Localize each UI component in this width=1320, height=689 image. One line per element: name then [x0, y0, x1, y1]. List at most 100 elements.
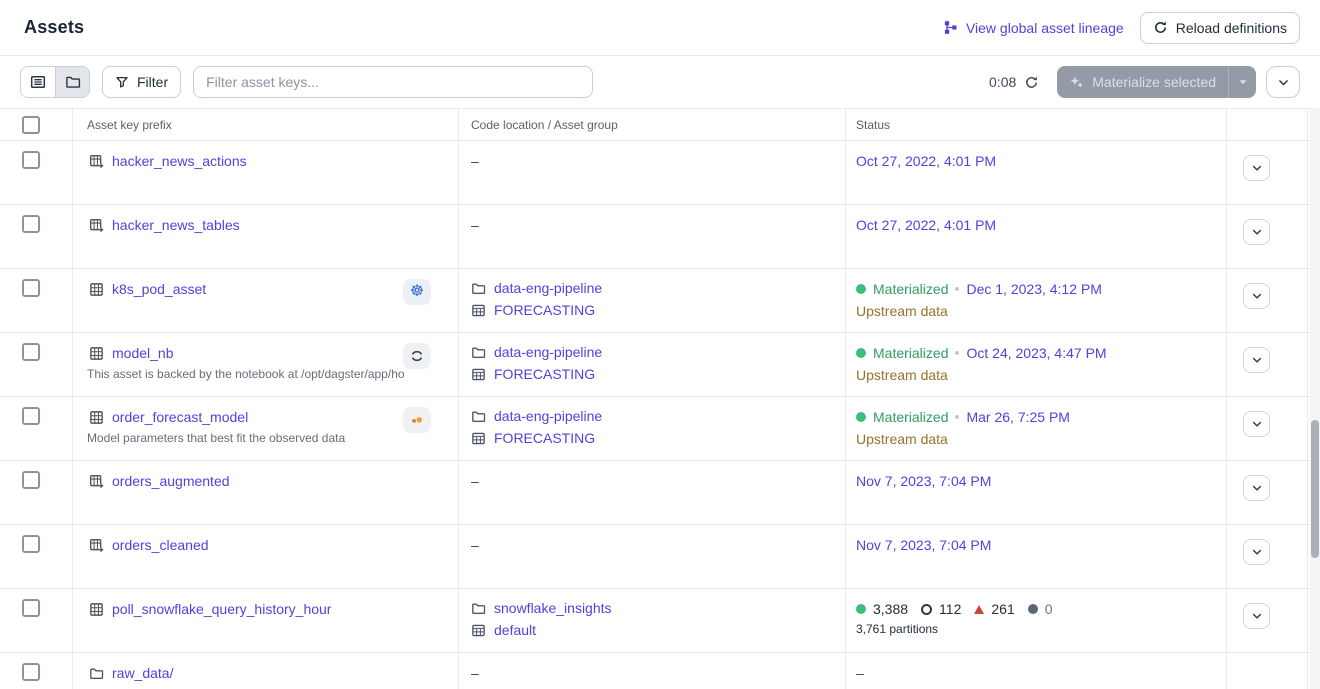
table-row: raw_data/ – – — [0, 653, 1320, 689]
asset-group-icon — [471, 431, 486, 446]
materialized-label: Materialized — [873, 281, 948, 297]
upstream-data-link[interactable]: Upstream data — [856, 367, 948, 383]
asset-name-link[interactable]: order_forecast_model — [112, 409, 248, 425]
asset-name-link[interactable]: hacker_news_actions — [112, 153, 247, 169]
assets-page: Assets View global asset lineage Reload … — [0, 0, 1320, 689]
vertical-scrollbar[interactable] — [1310, 108, 1320, 689]
row-checkbox[interactable] — [22, 663, 40, 681]
table-icon — [89, 602, 104, 617]
row-expand-button[interactable] — [1243, 411, 1270, 437]
folder-icon — [65, 74, 81, 90]
asset-description: Model parameters that best fit the obser… — [87, 431, 404, 445]
row-checkbox[interactable] — [22, 599, 40, 617]
row-checkbox[interactable] — [22, 407, 40, 425]
row-expand-button[interactable] — [1243, 219, 1270, 245]
row-expand-button[interactable] — [1243, 283, 1270, 309]
chevron-down-icon — [1251, 162, 1263, 174]
row-checkbox[interactable] — [22, 279, 40, 297]
code-location-link[interactable]: data-eng-pipeline — [494, 280, 602, 296]
empty-value: – — [471, 537, 479, 553]
row-checkbox[interactable] — [22, 343, 40, 361]
materialization-date-link[interactable]: Oct 27, 2022, 4:01 PM — [856, 217, 996, 233]
select-all-checkbox[interactable] — [22, 116, 40, 134]
toolbar-more-button[interactable] — [1266, 66, 1300, 98]
materialization-date-link[interactable]: Nov 7, 2023, 7:04 PM — [856, 473, 991, 489]
code-location-link[interactable]: data-eng-pipeline — [494, 344, 602, 360]
empty-value: – — [471, 473, 479, 489]
asset-group-link[interactable]: FORECASTING — [494, 430, 595, 446]
materialize-group: Materialize selected — [1057, 66, 1256, 98]
asset-group-link[interactable]: FORECASTING — [494, 302, 595, 318]
asset-group-icon — [89, 474, 104, 489]
asset-name-link[interactable]: raw_data/ — [112, 665, 173, 681]
row-checkbox[interactable] — [22, 535, 40, 553]
row-checkbox[interactable] — [22, 151, 40, 169]
dot-green-marker — [856, 348, 866, 358]
row-expand-button[interactable] — [1243, 603, 1270, 629]
chevron-down-icon — [1277, 76, 1290, 89]
chevron-down-icon — [1251, 546, 1263, 558]
asset-name-link[interactable]: model_nb — [112, 345, 174, 361]
table-row: orders_augmented – Nov 7, 2023, 7:04 PM — [0, 461, 1320, 525]
list-view-toggle[interactable] — [21, 67, 55, 97]
chevron-down-icon — [1251, 418, 1263, 430]
materialization-date-link[interactable]: Oct 24, 2023, 4:47 PM — [966, 345, 1106, 361]
reload-definitions-button[interactable]: Reload definitions — [1140, 12, 1300, 44]
asset-name-link[interactable]: hacker_news_tables — [112, 217, 240, 233]
folder-view-toggle[interactable] — [55, 67, 89, 97]
asset-filter-input[interactable] — [193, 66, 593, 98]
code-location-link[interactable]: snowflake_insights — [494, 600, 612, 616]
asset-group-icon — [89, 538, 104, 553]
materialization-date-link[interactable]: Nov 7, 2023, 7:04 PM — [856, 537, 991, 553]
view-global-asset-lineage-link[interactable]: View global asset lineage — [943, 20, 1124, 36]
jupyter-badge — [403, 407, 431, 433]
folder-icon — [471, 345, 486, 360]
caret-down-icon — [1238, 77, 1248, 87]
triangle-red-marker — [974, 605, 984, 614]
asset-name-link[interactable]: k8s_pod_asset — [112, 281, 206, 297]
row-expand-button[interactable] — [1243, 347, 1270, 373]
empty-value: – — [471, 665, 479, 681]
separator-dot — [955, 287, 959, 291]
scrollbar-thumb[interactable] — [1311, 420, 1319, 558]
materialization-date-link[interactable]: Dec 1, 2023, 4:12 PM — [966, 281, 1101, 297]
materialization-date-link[interactable]: Oct 27, 2022, 4:01 PM — [856, 153, 996, 169]
partition-count-value: 3,388 — [873, 601, 908, 617]
dot-green-marker — [856, 604, 866, 614]
upstream-data-link[interactable]: Upstream data — [856, 431, 948, 447]
page-header: Assets View global asset lineage Reload … — [0, 0, 1320, 56]
filter-button[interactable]: Filter — [102, 66, 181, 98]
sparkle-icon — [1069, 75, 1084, 90]
refresh-icon[interactable] — [1024, 75, 1039, 90]
column-header-code-location: Code location / Asset group — [458, 109, 845, 140]
materialize-options-button[interactable] — [1228, 66, 1256, 98]
table-icon — [89, 346, 104, 361]
separator-dot — [955, 351, 959, 355]
partition-count-value: 112 — [939, 601, 961, 617]
chevron-down-icon — [1251, 610, 1263, 622]
asset-name-link[interactable]: orders_augmented — [112, 473, 230, 489]
asset-name-link[interactable]: poll_snowflake_query_history_hour — [112, 601, 331, 617]
view-toggle — [20, 66, 90, 98]
reload-definitions-label: Reload definitions — [1176, 20, 1287, 36]
column-header-asset-key-prefix[interactable]: Asset key prefix — [72, 109, 458, 140]
dot-green-marker — [856, 412, 866, 422]
materialization-date-link[interactable]: Mar 26, 7:25 PM — [966, 409, 1070, 425]
upstream-data-link[interactable]: Upstream data — [856, 303, 948, 319]
row-checkbox[interactable] — [22, 471, 40, 489]
toolbar: Filter 0:08 Materialize selected — [0, 56, 1320, 108]
materialize-selected-button[interactable]: Materialize selected — [1057, 66, 1228, 98]
table-row: model_nb This asset is backed by the not… — [0, 333, 1320, 397]
empty-value: – — [471, 153, 479, 169]
asset-group-icon — [89, 154, 104, 169]
asset-name-link[interactable]: orders_cleaned — [112, 537, 209, 553]
row-checkbox[interactable] — [22, 215, 40, 233]
dot-gray-marker — [1028, 604, 1038, 614]
asset-group-link[interactable]: FORECASTING — [494, 366, 595, 382]
folder-icon — [471, 601, 486, 616]
row-expand-button[interactable] — [1243, 475, 1270, 501]
row-expand-button[interactable] — [1243, 155, 1270, 181]
asset-group-link[interactable]: default — [494, 622, 536, 638]
code-location-link[interactable]: data-eng-pipeline — [494, 408, 602, 424]
row-expand-button[interactable] — [1243, 539, 1270, 565]
